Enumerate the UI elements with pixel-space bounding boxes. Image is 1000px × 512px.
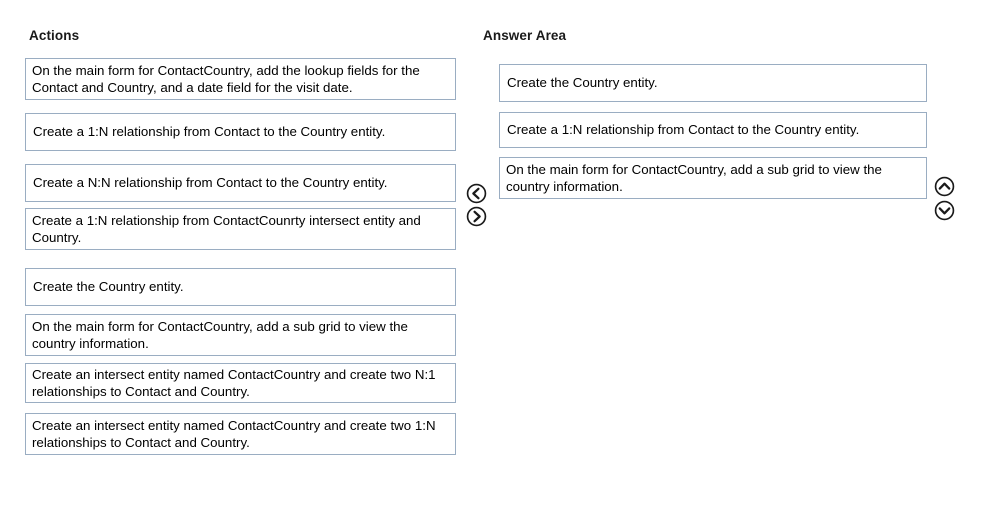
answer-item-label: Create the Country entity.	[507, 75, 658, 91]
answer-area-heading: Answer Area	[483, 28, 567, 43]
move-left-icon	[466, 183, 487, 204]
answer-item-label: On the main form for ContactCountry, add…	[506, 161, 882, 195]
action-item[interactable]: Create a 1:N relationship from Contact t…	[25, 113, 456, 151]
actions-heading: Actions	[29, 28, 80, 43]
action-item-label: On the main form for ContactCountry, add…	[32, 62, 420, 96]
action-item-label: Create an intersect entity named Contact…	[32, 417, 436, 451]
action-item-label: Create a 1:N relationship from Contact t…	[33, 124, 386, 140]
action-item[interactable]: Create an intersect entity named Contact…	[25, 413, 456, 455]
move-right-button[interactable]	[466, 206, 487, 227]
action-item-label: On the main form for ContactCountry, add…	[32, 318, 408, 352]
action-item[interactable]: Create the Country entity.	[25, 268, 456, 306]
move-right-icon	[466, 206, 487, 227]
action-item-label: Create a 1:N relationship from ContactCo…	[32, 212, 421, 246]
action-item[interactable]: On the main form for ContactCountry, add…	[25, 314, 456, 356]
answer-item[interactable]: Create the Country entity.	[499, 64, 927, 102]
move-up-icon	[934, 176, 955, 197]
action-item[interactable]: On the main form for ContactCountry, add…	[25, 58, 456, 100]
move-down-icon	[934, 200, 955, 221]
action-item[interactable]: Create a 1:N relationship from ContactCo…	[25, 208, 456, 250]
action-item[interactable]: Create an intersect entity named Contact…	[25, 363, 456, 403]
move-left-button[interactable]	[466, 183, 487, 204]
move-up-button[interactable]	[934, 176, 955, 197]
move-down-button[interactable]	[934, 200, 955, 221]
action-item-label: Create an intersect entity named Contact…	[32, 366, 436, 400]
answer-item[interactable]: Create a 1:N relationship from Contact t…	[499, 112, 927, 148]
answer-item[interactable]: On the main form for ContactCountry, add…	[499, 157, 927, 199]
action-item-label: Create a N:N relationship from Contact t…	[33, 175, 388, 191]
answer-item-label: Create a 1:N relationship from Contact t…	[507, 122, 860, 138]
action-item[interactable]: Create a N:N relationship from Contact t…	[25, 164, 456, 202]
action-item-label: Create the Country entity.	[33, 279, 184, 295]
